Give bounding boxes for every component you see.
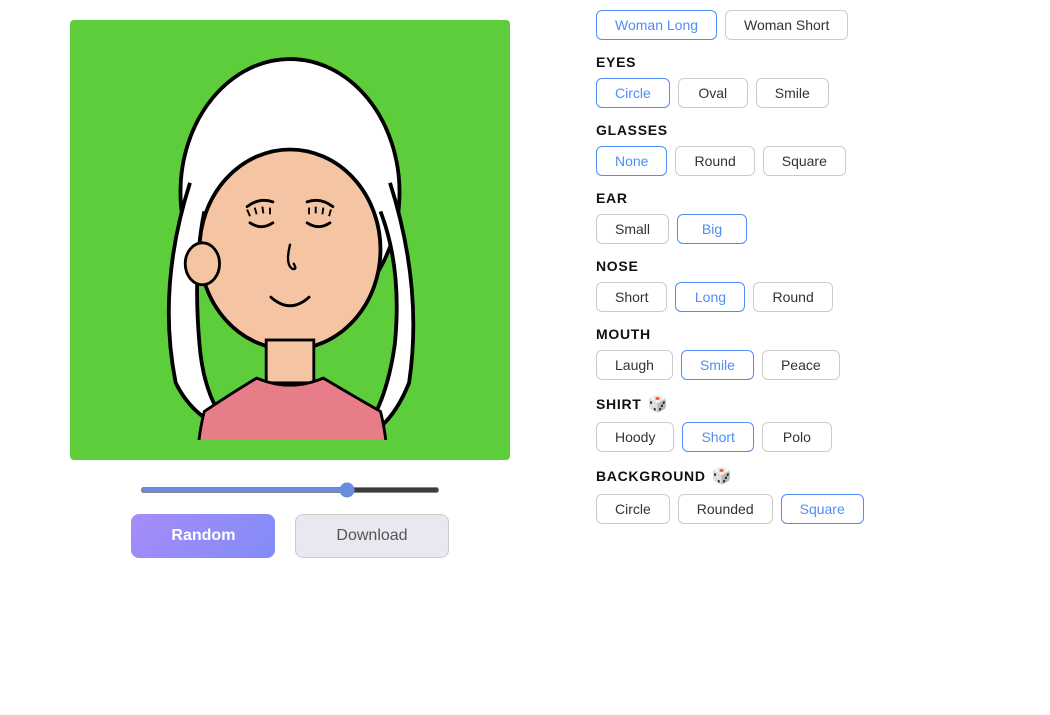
background-option-rounded[interactable]: Rounded — [678, 494, 773, 524]
glasses-option-square[interactable]: Square — [763, 146, 846, 176]
eyes-option-oval[interactable]: Oval — [678, 78, 748, 108]
shirt-dice-icon[interactable]: 🎲 — [648, 394, 669, 414]
ear-label: EAR — [596, 190, 1034, 206]
nose-option-long[interactable]: Long — [675, 282, 745, 312]
glasses-option-none[interactable]: None — [596, 146, 667, 176]
eyes-options: Circle Oval Smile — [596, 78, 1034, 108]
section-eyes: EYES Circle Oval Smile — [596, 54, 1034, 108]
glasses-label: GLASSES — [596, 122, 1034, 138]
mouth-option-peace[interactable]: Peace — [762, 350, 840, 380]
section-shirt: SHIRT 🎲 Hoody Short Polo — [596, 394, 1034, 452]
nose-option-short[interactable]: Short — [596, 282, 667, 312]
shirt-option-hoody[interactable]: Hoody — [596, 422, 674, 452]
section-nose: NOSE Short Long Round — [596, 258, 1034, 312]
mouth-option-laugh[interactable]: Laugh — [596, 350, 673, 380]
avatar-container — [70, 20, 510, 460]
background-label: BACKGROUND 🎲 — [596, 466, 1034, 486]
ear-options: Small Big — [596, 214, 1034, 244]
nose-label: NOSE — [596, 258, 1034, 274]
shirt-options: Hoody Short Polo — [596, 422, 1034, 452]
section-ear: EAR Small Big — [596, 190, 1034, 244]
download-button[interactable]: Download — [295, 514, 448, 558]
size-slider[interactable] — [140, 487, 440, 493]
nose-options: Short Long Round — [596, 282, 1034, 312]
section-mouth: MOUTH Laugh Smile Peace — [596, 326, 1034, 380]
eyes-label: EYES — [596, 54, 1034, 70]
random-button[interactable]: Random — [131, 514, 275, 558]
background-option-square[interactable]: Square — [781, 494, 864, 524]
hair-option-woman-long[interactable]: Woman Long — [596, 10, 717, 40]
right-panel: Woman Long Woman Short EYES Circle Oval … — [580, 0, 1050, 715]
left-panel: Random Download — [0, 0, 580, 715]
mouth-label: MOUTH — [596, 326, 1034, 342]
shirt-option-short[interactable]: Short — [682, 422, 753, 452]
section-background: BACKGROUND 🎲 Circle Rounded Square — [596, 466, 1034, 524]
ear-option-big[interactable]: Big — [677, 214, 747, 244]
shirt-label: SHIRT 🎲 — [596, 394, 1034, 414]
glasses-option-round[interactable]: Round — [675, 146, 754, 176]
slider-container — [140, 480, 440, 498]
section-glasses: GLASSES None Round Square — [596, 122, 1034, 176]
eyes-option-circle[interactable]: Circle — [596, 78, 670, 108]
shirt-option-polo[interactable]: Polo — [762, 422, 832, 452]
avatar-svg — [100, 40, 480, 440]
mouth-option-smile[interactable]: Smile — [681, 350, 754, 380]
hair-options: Woman Long Woman Short — [596, 10, 1034, 40]
glasses-options: None Round Square — [596, 146, 1034, 176]
background-option-circle[interactable]: Circle — [596, 494, 670, 524]
hair-option-woman-short[interactable]: Woman Short — [725, 10, 848, 40]
nose-option-round[interactable]: Round — [753, 282, 832, 312]
ear-option-small[interactable]: Small — [596, 214, 669, 244]
section-hair: Woman Long Woman Short — [596, 10, 1034, 40]
background-dice-icon[interactable]: 🎲 — [712, 466, 733, 486]
buttons-row: Random Download — [131, 514, 448, 558]
background-options: Circle Rounded Square — [596, 494, 1034, 524]
mouth-options: Laugh Smile Peace — [596, 350, 1034, 380]
eyes-option-smile[interactable]: Smile — [756, 78, 829, 108]
